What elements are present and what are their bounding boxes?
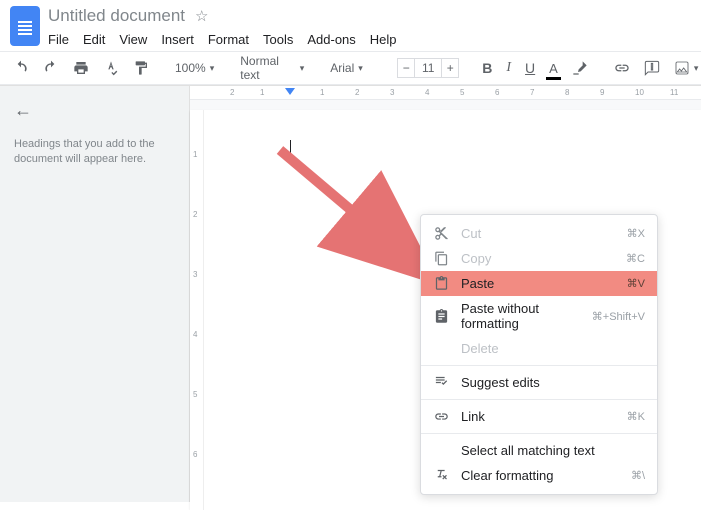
- menu-insert[interactable]: Insert: [161, 32, 194, 47]
- ruler-tick: 1: [193, 150, 197, 159]
- context-menu-cut[interactable]: Cut ⌘X: [421, 221, 657, 246]
- context-menu: Cut ⌘X Copy ⌘C Paste ⌘V Paste without fo…: [420, 214, 658, 495]
- context-menu-select-matching[interactable]: Select all matching text: [421, 438, 657, 463]
- highlight-color-button[interactable]: [569, 58, 591, 78]
- paint-format-button[interactable]: [130, 58, 152, 78]
- ruler-tick: 11: [670, 88, 678, 97]
- ruler-tick: 1: [320, 88, 324, 97]
- menu-edit[interactable]: Edit: [83, 32, 105, 47]
- title-row: Untitled document ☆: [48, 6, 397, 26]
- insert-comment-button[interactable]: [641, 58, 663, 78]
- ruler-tick: 2: [355, 88, 359, 97]
- sidebar-back-arrow-icon[interactable]: ←: [14, 100, 32, 121]
- ruler-tick: 4: [425, 88, 429, 97]
- context-menu-clear-formatting[interactable]: Clear formatting ⌘\: [421, 463, 657, 488]
- context-menu-shortcut: ⌘C: [626, 252, 645, 265]
- context-menu-divider: [421, 399, 657, 400]
- ruler-tick: 7: [530, 88, 534, 97]
- outline-empty-hint: Headings that you add to the document wi…: [14, 137, 175, 168]
- font-size-control: − 11 +: [397, 58, 459, 78]
- ruler-tick: 10: [635, 88, 644, 97]
- bold-button[interactable]: B: [479, 58, 495, 78]
- context-menu-shortcut: ⌘V: [627, 277, 645, 290]
- text-color-button[interactable]: A: [546, 59, 561, 78]
- menu-help[interactable]: Help: [370, 32, 397, 47]
- docs-app-icon[interactable]: [10, 6, 40, 46]
- italic-button[interactable]: I: [503, 58, 514, 78]
- menu-format[interactable]: Format: [208, 32, 249, 47]
- ruler-tick: 8: [565, 88, 569, 97]
- context-menu-label: Clear formatting: [461, 468, 619, 483]
- toolbar: 100% Normal text Arial − 11 + B I U A: [0, 51, 701, 85]
- insert-link-button[interactable]: [611, 58, 633, 78]
- font-size-increase[interactable]: +: [441, 58, 459, 78]
- star-icon[interactable]: ☆: [195, 7, 208, 25]
- ruler-tick: 6: [495, 88, 499, 97]
- font-dropdown[interactable]: Arial: [327, 59, 377, 77]
- menu-view[interactable]: View: [119, 32, 147, 47]
- ruler-tick: 5: [193, 390, 197, 399]
- context-menu-label: Link: [461, 409, 615, 424]
- context-menu-label: Paste: [461, 276, 615, 291]
- document-title[interactable]: Untitled document: [48, 6, 185, 26]
- context-menu-label: Delete: [461, 341, 645, 356]
- paste-icon: [433, 276, 449, 291]
- menu-file[interactable]: File: [48, 32, 69, 47]
- ruler-tick: 3: [390, 88, 394, 97]
- context-menu-label: Paste without formatting: [461, 301, 580, 331]
- ruler-tick: 2: [193, 210, 197, 219]
- menubar: File Edit View Insert Format Tools Add-o…: [48, 30, 397, 49]
- print-button[interactable]: [70, 58, 92, 78]
- context-menu-shortcut: ⌘K: [627, 410, 645, 423]
- link-icon: [433, 409, 449, 424]
- ruler-tick: 3: [193, 270, 197, 279]
- horizontal-ruler[interactable]: 2 1 1 2 3 4 5 6 7 8 9 10 11: [190, 86, 701, 100]
- context-menu-label: Cut: [461, 226, 615, 241]
- menu-addons[interactable]: Add-ons: [307, 32, 355, 47]
- font-size-value[interactable]: 11: [415, 58, 441, 78]
- context-menu-divider: [421, 365, 657, 366]
- ruler-tick: 9: [600, 88, 604, 97]
- paste-plain-icon: [433, 309, 449, 324]
- ruler-tick: 5: [460, 88, 464, 97]
- context-menu-divider: [421, 433, 657, 434]
- zoom-dropdown[interactable]: 100%: [172, 59, 217, 77]
- ruler-indent-marker[interactable]: [285, 88, 295, 95]
- insert-image-button[interactable]: [671, 58, 701, 78]
- context-menu-shortcut: ⌘X: [627, 227, 645, 240]
- context-menu-label: Select all matching text: [461, 443, 645, 458]
- spellcheck-button[interactable]: [100, 58, 122, 78]
- context-menu-paste-plain[interactable]: Paste without formatting ⌘+Shift+V: [421, 296, 657, 336]
- context-menu-label: Copy: [461, 251, 614, 266]
- context-menu-paste[interactable]: Paste ⌘V: [421, 271, 657, 296]
- vertical-ruler[interactable]: 1 2 3 4 5 6: [190, 110, 204, 510]
- ruler-tick: 4: [193, 330, 197, 339]
- text-cursor: [290, 140, 291, 154]
- outline-sidebar: ← Headings that you add to the document …: [0, 86, 190, 502]
- context-menu-copy[interactable]: Copy ⌘C: [421, 246, 657, 271]
- copy-icon: [433, 251, 449, 266]
- ruler-tick: 6: [193, 450, 197, 459]
- font-size-decrease[interactable]: −: [397, 58, 415, 78]
- clear-formatting-icon: [433, 468, 449, 483]
- context-menu-shortcut: ⌘+Shift+V: [592, 310, 645, 323]
- context-menu-link[interactable]: Link ⌘K: [421, 404, 657, 429]
- context-menu-label: Suggest edits: [461, 375, 645, 390]
- paragraph-style-dropdown[interactable]: Normal text: [237, 52, 307, 84]
- context-menu-suggest-edits[interactable]: Suggest edits: [421, 370, 657, 395]
- underline-button[interactable]: U: [522, 58, 538, 78]
- menu-tools[interactable]: Tools: [263, 32, 293, 47]
- header: Untitled document ☆ File Edit View Inser…: [0, 0, 701, 51]
- undo-button[interactable]: [10, 58, 32, 78]
- cut-icon: [433, 226, 449, 241]
- context-menu-shortcut: ⌘\: [631, 469, 645, 482]
- title-area: Untitled document ☆ File Edit View Inser…: [48, 6, 397, 49]
- context-menu-delete[interactable]: Delete: [421, 336, 657, 361]
- redo-button[interactable]: [40, 58, 62, 78]
- suggest-edits-icon: [433, 375, 449, 390]
- ruler-tick: 1: [260, 88, 264, 97]
- ruler-tick: 2: [230, 88, 234, 97]
